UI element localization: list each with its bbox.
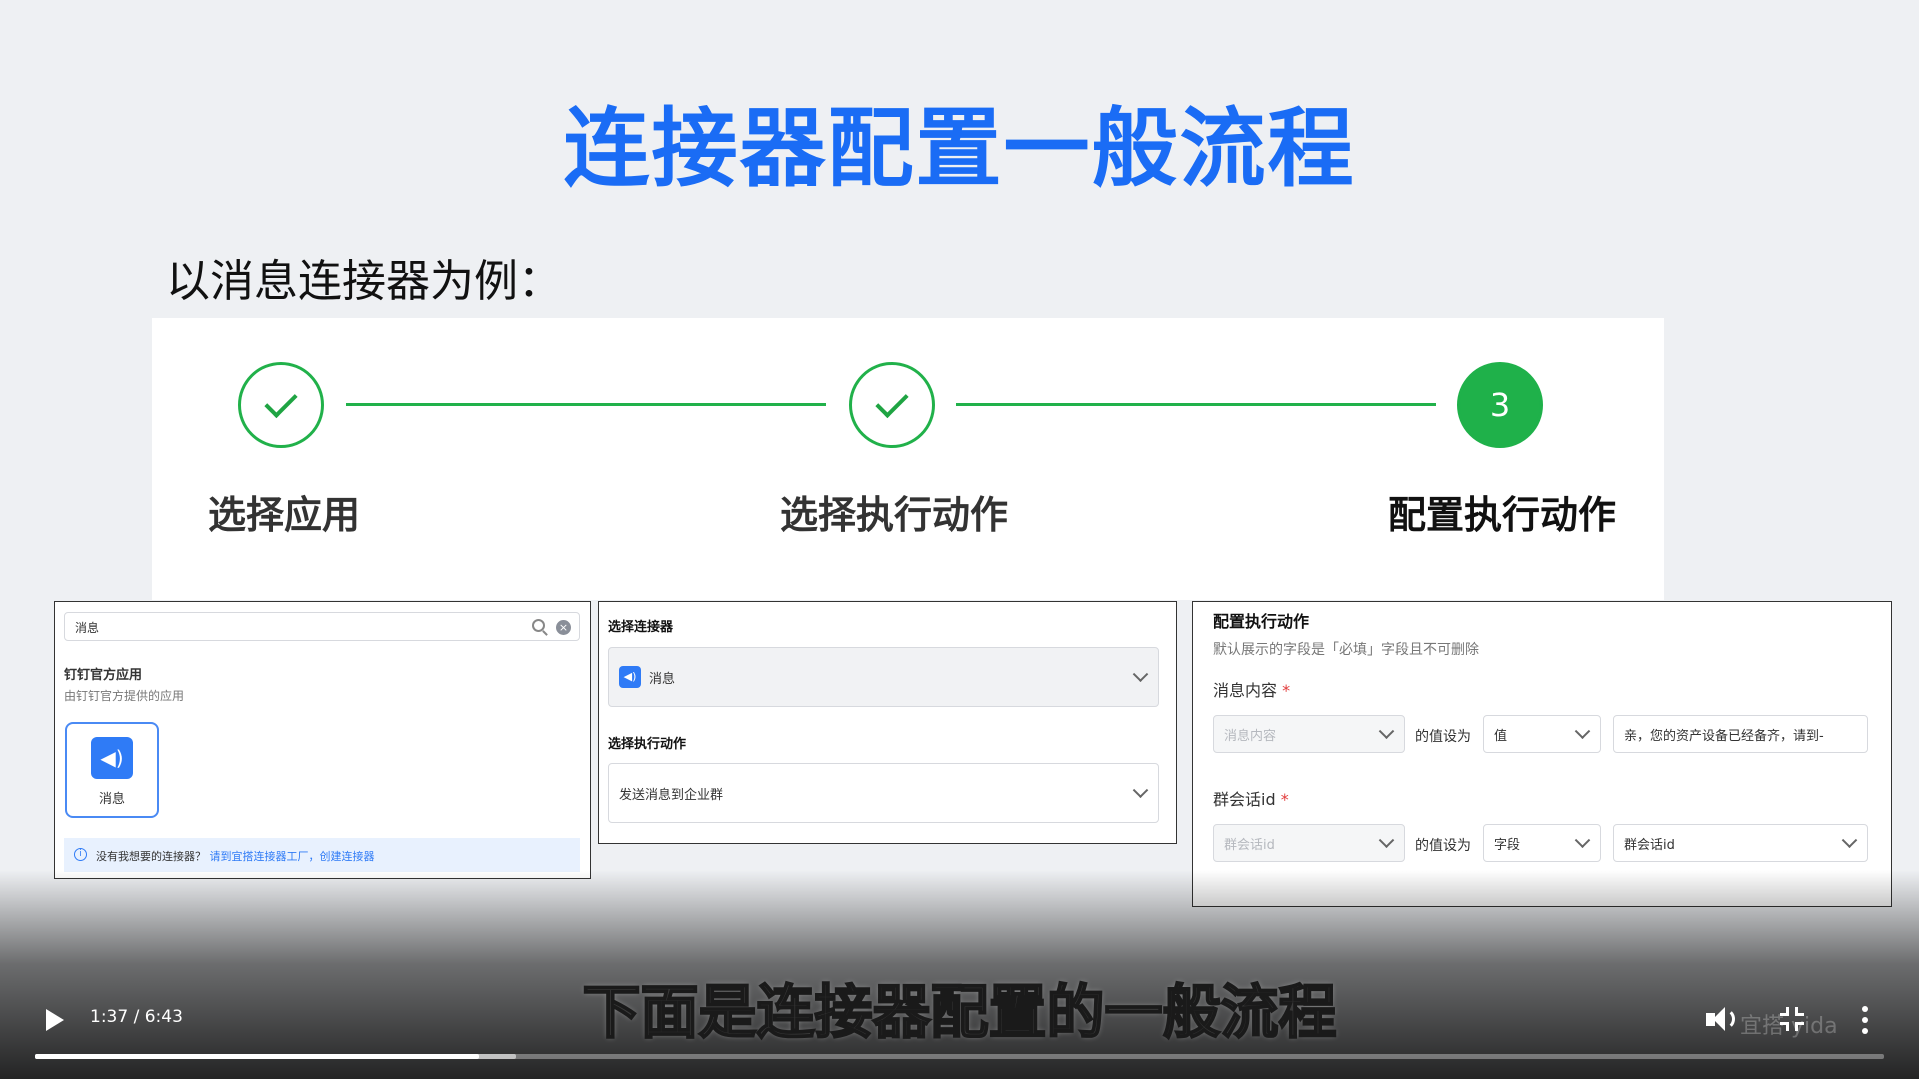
step-3-number: 3 [1457,362,1543,448]
action-label: 选择执行动作 [608,737,687,752]
field1-value-text: 亲，您的资产设备已经备齐，请到- [1624,728,1824,744]
config-desc: 默认展示的字段是「必填」字段且不可删除 [1213,642,1479,658]
step-2-check-icon [849,362,935,448]
step-connector-line [346,403,826,406]
choose-app-panel: 消息 × 钉钉官方应用 由钉钉官方提供的应用 ◀) 消息 i 没有我想要的连接器… [54,601,591,879]
connector-select[interactable]: ◀) 消息 [608,647,1159,707]
chevron-down-icon [1132,782,1149,799]
required-mark: * [1280,790,1289,809]
chevron-down-icon [1841,832,1858,849]
steps-panel [152,318,1664,600]
exit-fullscreen-icon[interactable] [1777,1004,1809,1036]
app-name: 消息 [98,792,125,807]
field1-value-input[interactable]: 亲，您的资产设备已经备齐，请到- [1613,715,1868,753]
time-display: 1:37 / 6:43 [90,1007,183,1027]
search-input[interactable]: 消息 × [64,612,580,641]
section-title: 钉钉官方应用 [64,668,143,683]
player-controls: 1:37 / 6:43 [0,990,1919,1079]
search-icon[interactable] [532,619,545,632]
required-mark: * [1282,681,1291,700]
app-card-message[interactable]: ◀) 消息 [65,722,159,818]
configure-action-panel: 配置执行动作 默认展示的字段是「必填」字段且不可删除 消息内容 * 消息内容 的… [1192,601,1892,907]
chevron-down-icon [1132,666,1149,683]
field1-type-value: 值 [1494,728,1508,744]
slide-title: 连接器配置一般流程 [563,99,1356,199]
more-options-icon[interactable] [1849,1004,1881,1036]
create-connector-link[interactable]: 请到宜搭连接器工厂，创建连接器 [210,850,375,863]
field2-value-select[interactable]: 群会话id [1613,824,1868,862]
field2-value-text: 群会话id [1624,837,1675,853]
field1-label: 消息内容 * [1213,677,1290,701]
connector-value: 消息 [649,671,676,687]
clear-icon[interactable]: × [556,620,571,635]
slide-subtitle: 以消息连接器为例： [166,256,562,307]
field1-type-select[interactable]: 值 [1483,715,1601,753]
chevron-down-icon [1574,832,1591,849]
field2-label-text: 群会话id [1213,790,1276,809]
step-connector-line [956,403,1436,406]
step-1-check-icon [238,362,324,448]
chevron-down-icon [1378,723,1395,740]
progress-bar[interactable] [35,1054,1884,1059]
field1-select: 消息内容 [1213,715,1405,753]
info-icon: i [74,848,87,861]
speaker-icon: ◀) [619,666,641,688]
connector-label: 选择连接器 [608,620,674,635]
action-value: 发送消息到企业群 [619,787,724,803]
value-is-text: 的值设为 [1415,729,1471,745]
field1-label-text: 消息内容 [1213,681,1278,700]
section-desc: 由钉钉官方提供的应用 [64,689,185,703]
tip-text: 没有我想要的连接器？ [96,850,206,863]
step-2-label: 选择执行动作 [780,493,1009,537]
chevron-down-icon [1574,723,1591,740]
field1-select-value: 消息内容 [1224,728,1277,744]
speaker-icon: ◀) [91,737,133,779]
search-value: 消息 [75,621,100,635]
progress-fill [35,1054,479,1059]
step-3-label: 配置执行动作 [1388,493,1617,537]
config-title: 配置执行动作 [1213,612,1310,631]
field2-select: 群会话id [1213,824,1405,862]
field2-select-value: 群会话id [1224,837,1275,853]
value-is-text: 的值设为 [1415,838,1471,854]
step-1-label: 选择应用 [208,493,361,537]
choose-action-panel: 选择连接器 ◀) 消息 选择执行动作 发送消息到企业群 [598,601,1177,844]
action-select[interactable]: 发送消息到企业群 [608,763,1159,823]
video-frame: 连接器配置一般流程 以消息连接器为例： 3 选择应用 选择执行动作 配置执行动作… [0,0,1919,1079]
play-icon[interactable] [46,1009,64,1031]
tip-bar: i 没有我想要的连接器？ 请到宜搭连接器工厂，创建连接器 [64,838,580,872]
field2-type-select[interactable]: 字段 [1483,824,1601,862]
volume-icon[interactable] [1706,1004,1738,1036]
chevron-down-icon [1378,832,1395,849]
field2-label: 群会话id * [1213,786,1289,810]
field2-type-value: 字段 [1494,837,1521,853]
